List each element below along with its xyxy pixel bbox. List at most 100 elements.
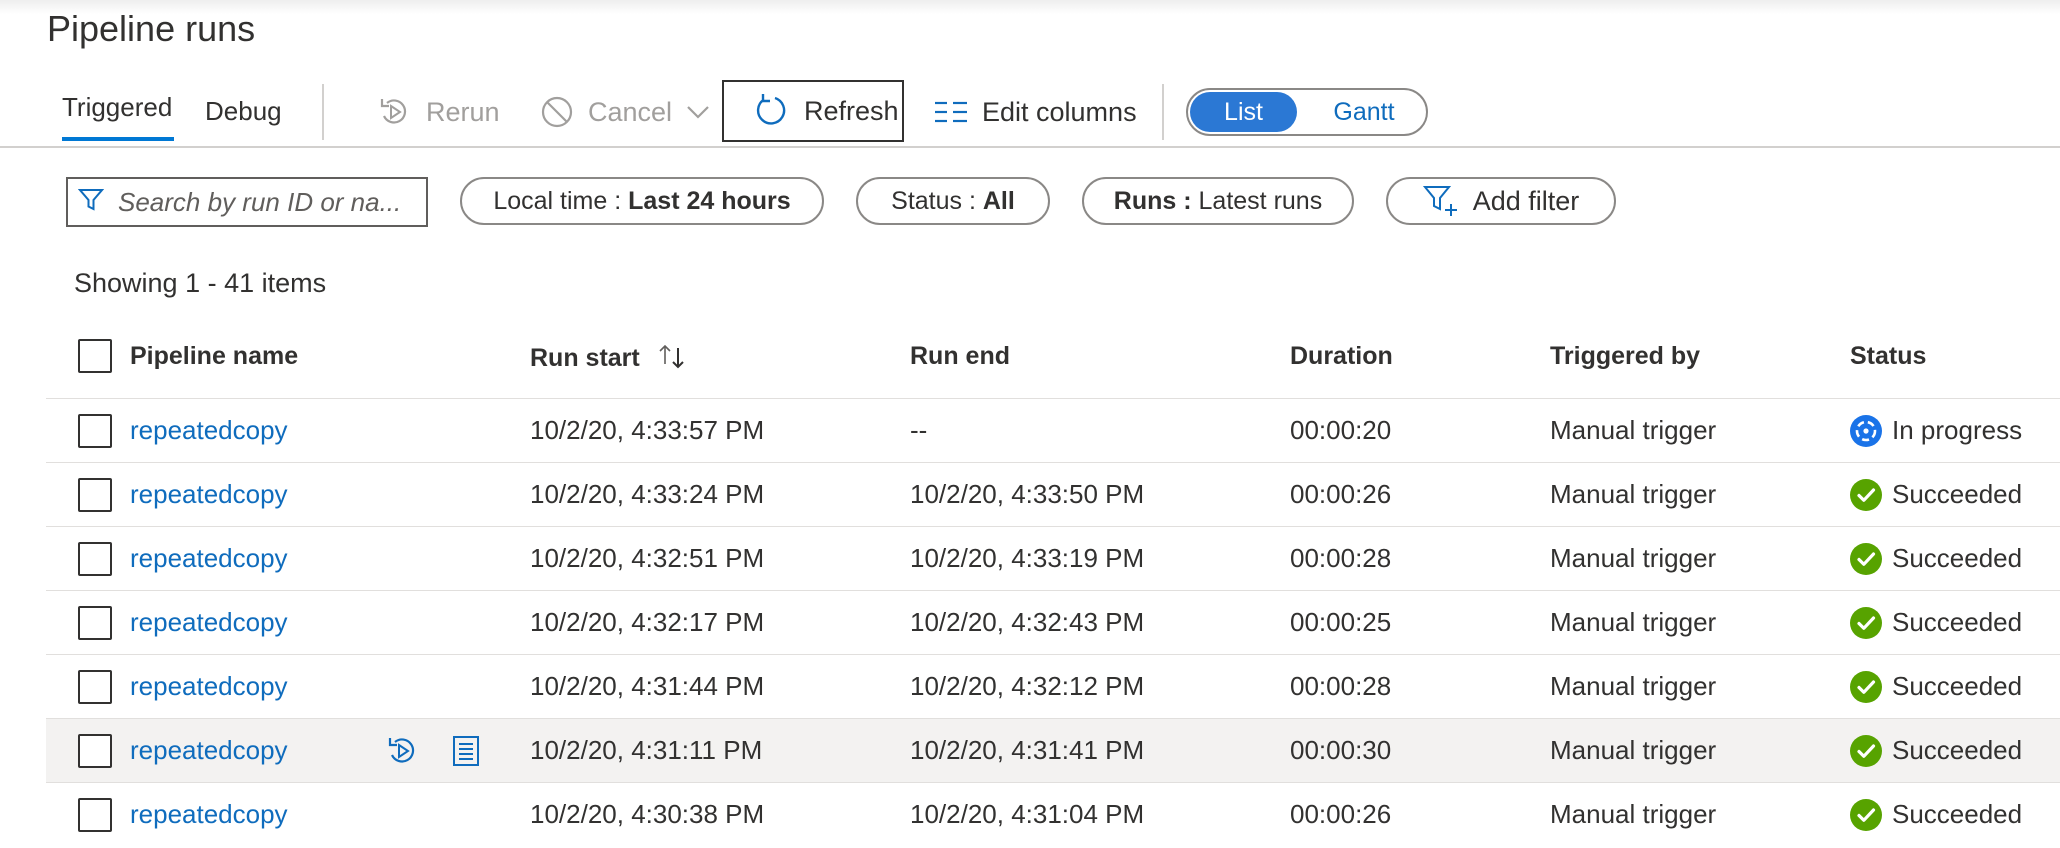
runs-filter[interactable]: Runs : Latest runs [1082,177,1354,225]
column-header-run-end[interactable]: Run end [910,342,1010,371]
pipeline-name-link[interactable]: repeatedcopy [130,607,288,638]
status-cell[interactable]: Succeeded [1892,671,2022,702]
table-row[interactable]: repeatedcopy 10/2/20, 4:32:17 PM 10/2/20, … [46,590,2060,655]
column-header-status[interactable]: Status [1850,342,1926,371]
triggered-by-cell: Manual trigger [1550,671,1717,701]
duration-cell: 00:00:20 [1290,415,1392,445]
run-start-cell: 10/2/20, 4:32:51 PM [530,543,765,573]
pipeline-name-link[interactable]: repeatedcopy [130,415,288,446]
run-start-cell: 10/2/20, 4:33:57 PM [530,415,765,445]
tab-debug[interactable]: Debug [205,96,282,127]
table-row[interactable]: repeatedcopy 10/2/20, 4:30:38 PM 10/2/20, … [46,782,2060,847]
cancel-icon [540,95,574,129]
row-checkbox[interactable] [78,542,112,576]
run-start-label: Run start [530,344,640,373]
triggered-by-cell: Manual trigger [1550,415,1717,445]
command-bar-divider [0,146,2060,148]
status-filter-value: All [982,186,1015,215]
local-time-label: Local time : [493,186,629,215]
rerun-icon[interactable] [384,733,420,774]
checkmark-circle-icon [1850,607,1882,639]
row-checkbox[interactable] [78,414,112,448]
chevron-down-icon[interactable] [686,104,710,120]
column-header-pipeline-name[interactable]: Pipeline name [130,342,298,371]
search-input[interactable]: Search by run ID or na... [66,177,428,227]
column-header-run-start[interactable]: Run start [530,342,687,377]
table-row[interactable]: repeatedcopy 10/2/20, 4:33:57 PM -- 00:00:2… [46,398,2060,463]
row-checkbox[interactable] [78,478,112,512]
rerun-label: Rerun [426,96,500,127]
in-progress-icon [1850,415,1882,447]
table-row[interactable]: repeatedcopy 10/2/20, 4:31:44 PM 10/2/20, … [46,654,2060,719]
run-start-cell: 10/2/20, 4:30:38 PM [530,799,765,829]
list-view-button[interactable]: List [1190,92,1297,132]
add-filter-icon [1422,184,1459,218]
select-all-checkbox[interactable] [78,339,112,373]
refresh-icon [752,93,788,129]
status-cell[interactable]: In progress [1892,415,2022,446]
duration-cell: 00:00:28 [1290,543,1392,573]
view-toggle: List Gantt [1186,88,1428,136]
checkmark-circle-icon [1850,543,1882,575]
filter-icon [77,187,105,218]
run-start-cell: 10/2/20, 4:32:17 PM [530,607,765,637]
status-cell[interactable]: Succeeded [1892,735,2022,766]
status-cell[interactable]: Succeeded [1892,607,2022,638]
consumption-icon[interactable] [452,735,480,772]
pipeline-name-link[interactable]: repeatedcopy [130,735,288,766]
run-end-cell: 10/2/20, 4:31:41 PM [910,735,1145,765]
edit-columns-button[interactable]: Edit columns [934,80,1137,144]
pipeline-name-link[interactable]: repeatedcopy [130,543,288,574]
run-start-cell: 10/2/20, 4:33:24 PM [530,479,765,509]
runs-filter-value: Latest runs [1198,186,1323,215]
row-checkbox[interactable] [78,670,112,704]
row-checkbox[interactable] [78,798,112,832]
status-filter[interactable]: Status : All [856,177,1050,225]
column-header-triggered-by[interactable]: Triggered by [1550,342,1700,371]
table-row[interactable]: repeatedcopy 10/2/20, 4:33:24 PM 10/2/20, … [46,462,2060,527]
column-header-duration[interactable]: Duration [1290,342,1393,371]
rerun-icon [376,94,412,130]
local-time-filter[interactable]: Local time : Last 24 hours [460,177,824,225]
checkmark-circle-icon [1850,479,1882,511]
active-tab-indicator [62,137,174,141]
duration-cell: 00:00:25 [1290,607,1392,637]
add-filter-button[interactable]: Add filter [1386,177,1616,225]
triggered-by-cell: Manual trigger [1550,799,1717,829]
triggered-by-cell: Manual trigger [1550,543,1717,573]
pipeline-name-link[interactable]: repeatedcopy [130,671,288,702]
pipeline-name-link[interactable]: repeatedcopy [130,479,288,510]
page-title: Pipeline runs [47,8,256,49]
items-count: Showing 1 - 41 items [74,268,327,298]
checkmark-circle-icon [1850,671,1882,703]
tab-triggered[interactable]: Triggered [62,92,172,123]
table-row[interactable]: repeatedcopy 10/2/20, 4:31:11 PM 10/2/20, … [46,718,2060,783]
pipeline-name-link[interactable]: repeatedcopy [130,799,288,830]
triggered-by-cell: Manual trigger [1550,607,1717,637]
run-end-cell: 10/2/20, 4:32:43 PM [910,607,1145,637]
edit-columns-label: Edit columns [982,96,1137,127]
status-cell[interactable]: Succeeded [1892,543,2022,574]
rerun-button[interactable]: Rerun [376,80,500,144]
run-end-cell: 10/2/20, 4:31:04 PM [910,799,1145,829]
refresh-button[interactable]: Refresh [722,80,904,142]
duration-cell: 00:00:30 [1290,735,1392,765]
run-end-cell: 10/2/20, 4:33:19 PM [910,543,1145,573]
sort-icon[interactable] [657,342,687,377]
run-end-cell: 10/2/20, 4:32:12 PM [910,671,1145,701]
row-checkbox[interactable] [78,606,112,640]
columns-icon [934,99,968,125]
local-time-value: Last 24 hours [628,186,791,215]
status-filter-label: Status : [891,186,983,215]
cancel-button[interactable]: Cancel [540,80,710,144]
checkmark-circle-icon [1850,735,1882,767]
row-checkbox[interactable] [78,734,112,768]
duration-cell: 00:00:28 [1290,671,1392,701]
refresh-label: Refresh [804,95,899,126]
triggered-by-cell: Manual trigger [1550,479,1717,509]
table-row[interactable]: repeatedcopy 10/2/20, 4:32:51 PM 10/2/20, … [46,526,2060,591]
add-filter-label: Add filter [1472,185,1580,216]
status-cell[interactable]: Succeeded [1892,799,2022,830]
gantt-view-button[interactable]: Gantt [1312,92,1416,132]
status-cell[interactable]: Succeeded [1892,479,2022,510]
